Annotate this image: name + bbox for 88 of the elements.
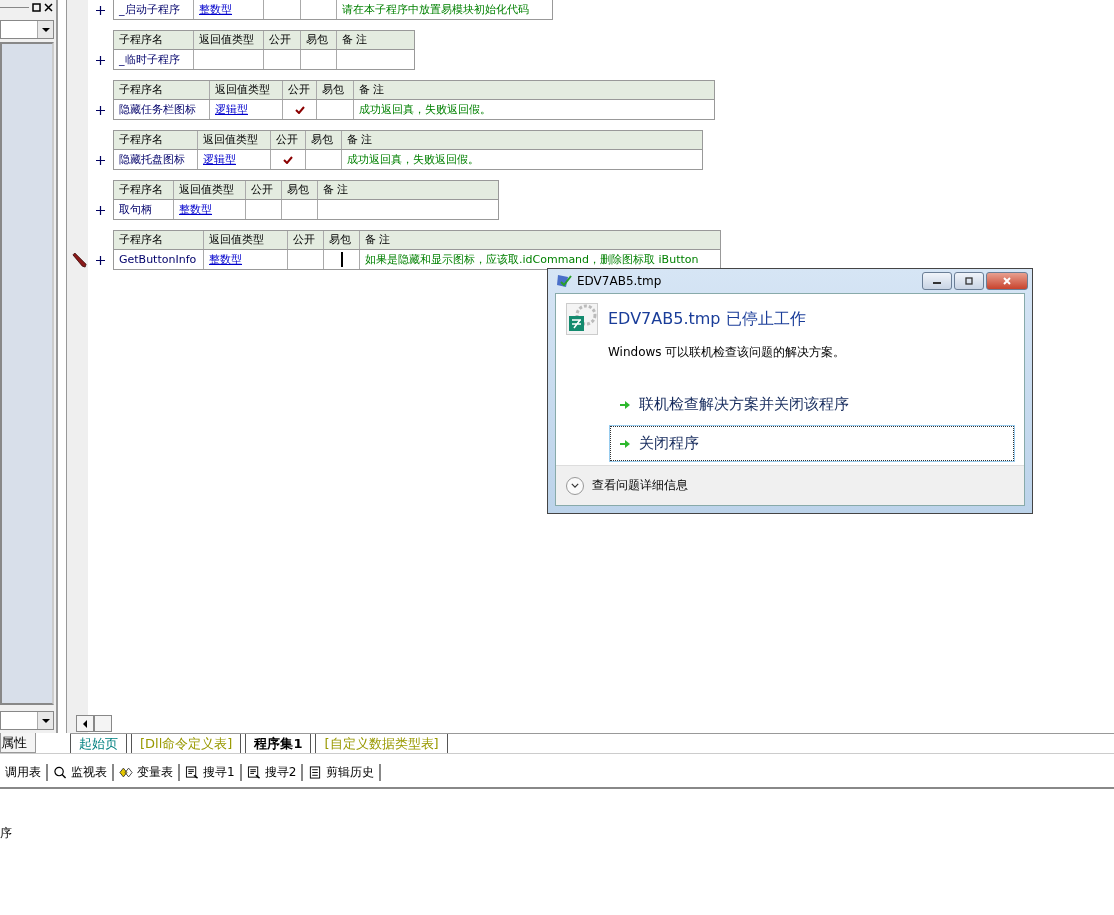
app-icon bbox=[556, 273, 572, 289]
table-cell: 整数型 bbox=[204, 250, 288, 269]
editor-tab[interactable]: 程序集1 bbox=[245, 734, 312, 753]
expand-icon[interactable] bbox=[96, 55, 105, 65]
find-document-icon bbox=[185, 765, 199, 779]
arrow-icon bbox=[619, 398, 631, 411]
column-header: 公开 bbox=[271, 131, 306, 149]
find-document-icon bbox=[246, 765, 261, 779]
table-cell-text: 成功返回真，失败返回假。 bbox=[346, 152, 480, 168]
column-header: 返回值类型 bbox=[194, 31, 264, 49]
expand-icon[interactable] bbox=[96, 155, 105, 165]
column-header: 备 注 bbox=[358, 82, 386, 98]
table-cell: GetButtonInfo bbox=[114, 250, 204, 269]
column-header: 易包 bbox=[317, 81, 354, 99]
dialog-message: Windows 可以联机检查该问题的解决方案。 bbox=[608, 344, 847, 361]
column-header: 备 注 bbox=[322, 182, 350, 198]
table-cell-text: 如果是隐藏和显示图标，应该取.idCommand，删除图标取 iButton bbox=[364, 252, 700, 268]
column-header: 公开 bbox=[246, 181, 282, 199]
column-header: 返回值类型 bbox=[174, 181, 246, 199]
chevron-down-icon bbox=[571, 483, 579, 488]
table-cell: 整数型 bbox=[194, 0, 264, 19]
arrow-icon bbox=[619, 437, 631, 450]
table-cell: 隐藏任务栏图标 bbox=[114, 100, 210, 119]
window-title: EDV7AB5.tmp bbox=[577, 274, 663, 288]
text-cursor bbox=[340, 252, 343, 267]
command-link[interactable]: 联机检查解决方案并关闭该程序 bbox=[610, 387, 1014, 422]
caret-icon bbox=[41, 718, 50, 723]
app-logo-icon bbox=[566, 303, 598, 335]
panel-tab[interactable]: 属性 bbox=[0, 733, 36, 753]
command-link[interactable]: 关闭程序 bbox=[610, 426, 1014, 461]
maximize-icon bbox=[964, 277, 974, 285]
column-header: 公开 bbox=[288, 231, 324, 249]
column-header: 易包 bbox=[301, 31, 337, 49]
table-cell: 逻辑型 bbox=[198, 150, 271, 169]
expand-icon[interactable] bbox=[96, 255, 105, 265]
column-header: 备 注 bbox=[346, 132, 374, 148]
diamonds-icon bbox=[119, 765, 133, 779]
column-header: 子程序名 bbox=[114, 181, 174, 199]
column-header: 易包 bbox=[282, 181, 318, 199]
editor-tab[interactable]: 起始页 bbox=[70, 734, 127, 753]
column-header: 返回值类型 bbox=[204, 231, 288, 249]
toolbar-tab[interactable]: 调用表 bbox=[0, 763, 48, 781]
table-cell-text: 请在本子程序中放置易模块初始化代码 bbox=[341, 2, 530, 18]
expand-icon[interactable] bbox=[96, 5, 105, 15]
table-cell: _临时子程序 bbox=[114, 50, 194, 69]
left-arrow-icon bbox=[83, 719, 87, 728]
table-cell: 隐藏托盘图标 bbox=[114, 150, 198, 169]
expand-icon[interactable] bbox=[96, 105, 105, 115]
close-icon[interactable] bbox=[44, 2, 53, 12]
column-header: 公开 bbox=[264, 31, 301, 49]
column-header: 备 注 bbox=[341, 32, 369, 48]
scroll-thumb[interactable] bbox=[94, 715, 112, 732]
toolbar-tab[interactable]: 搜寻1 bbox=[180, 763, 242, 781]
dropdown[interactable] bbox=[0, 20, 54, 39]
column-header: 子程序名 bbox=[114, 231, 204, 249]
column-header: 子程序名 bbox=[114, 131, 198, 149]
output-text: 序 bbox=[0, 825, 13, 841]
close-icon bbox=[1002, 277, 1012, 285]
toolbar-tab[interactable]: 搜寻2 bbox=[241, 763, 304, 781]
column-header: 公开 bbox=[283, 81, 317, 99]
table-cell: 整数型 bbox=[174, 200, 246, 219]
restore-icon[interactable] bbox=[32, 2, 41, 12]
toolbar-tab[interactable]: 变量表 bbox=[114, 763, 180, 781]
toolbar-tab[interactable]: 剪辑历史 bbox=[303, 763, 382, 781]
table-cell: 取句柄 bbox=[114, 200, 174, 219]
column-header: 子程序名 bbox=[114, 81, 210, 99]
search-icon bbox=[53, 765, 67, 779]
dialog-heading: EDV7AB5.tmp 已停止工作 bbox=[608, 308, 806, 330]
minimize-button[interactable] bbox=[922, 272, 952, 290]
table-cell: 逻辑型 bbox=[210, 100, 283, 119]
column-header: 返回值类型 bbox=[210, 81, 283, 99]
toolbar-tab[interactable]: 监视表 bbox=[48, 763, 114, 781]
column-header: 易包 bbox=[306, 131, 342, 149]
scroll-left-button[interactable] bbox=[76, 715, 94, 732]
table-cell: _启动子程序 bbox=[114, 0, 194, 19]
table-cell-text: 成功返回真，失败返回假。 bbox=[358, 102, 492, 118]
expand-icon[interactable] bbox=[96, 205, 105, 215]
column-header: 子程序名 bbox=[114, 31, 194, 49]
column-header: 易包 bbox=[324, 231, 360, 249]
close-button[interactable] bbox=[986, 272, 1028, 290]
column-header: 返回值类型 bbox=[198, 131, 271, 149]
maximize-button[interactable] bbox=[954, 272, 984, 290]
document-icon bbox=[308, 765, 323, 779]
dropdown[interactable] bbox=[0, 711, 54, 730]
expand-details-button[interactable] bbox=[566, 476, 584, 495]
column-header: 备 注 bbox=[364, 232, 392, 248]
caret-icon bbox=[41, 27, 50, 32]
details-link[interactable]: 查看问题详细信息 bbox=[592, 477, 688, 494]
